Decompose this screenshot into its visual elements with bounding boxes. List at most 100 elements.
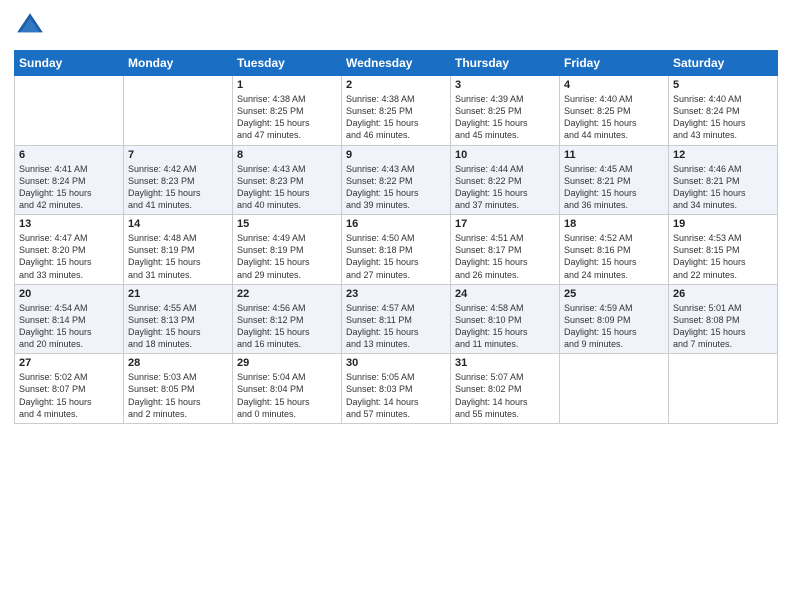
day-info: Sunrise: 5:04 AM Sunset: 8:04 PM Dayligh… [237, 371, 337, 420]
week-row-4: 20 Sunrise: 4:54 AM Sunset: 8:14 PM Dayli… [15, 284, 778, 354]
day-info: Sunrise: 4:56 AM Sunset: 8:12 PM Dayligh… [237, 302, 337, 351]
day-number: 2 [346, 79, 446, 91]
weekday-header-thursday: Thursday [451, 51, 560, 76]
calendar: SundayMondayTuesdayWednesdayThursdayFrid… [14, 50, 778, 424]
week-row-5: 27 Sunrise: 5:02 AM Sunset: 8:07 PM Dayli… [15, 354, 778, 424]
day-info: Sunrise: 4:40 AM Sunset: 8:24 PM Dayligh… [673, 93, 773, 142]
day-number: 9 [346, 149, 446, 161]
day-info: Sunrise: 5:03 AM Sunset: 8:05 PM Dayligh… [128, 371, 228, 420]
calendar-cell: 4Sunrise: 4:40 AM Sunset: 8:25 PM Daylig… [560, 76, 669, 146]
day-number: 11 [564, 149, 664, 161]
logo [14, 10, 50, 42]
day-number: 1 [237, 79, 337, 91]
calendar-cell: 25 Sunrise: 4:59 AM Sunset: 8:09 PM Dayli… [560, 284, 669, 354]
calendar-cell: 30 Sunrise: 5:05 AM Sunset: 8:03 PM Dayli… [342, 354, 451, 424]
day-info: Sunrise: 5:01 AM Sunset: 8:08 PM Dayligh… [673, 302, 773, 351]
calendar-cell: 18 Sunrise: 4:52 AM Sunset: 8:16 PM Dayli… [560, 215, 669, 285]
calendar-cell [669, 354, 778, 424]
calendar-cell: 6 Sunrise: 4:41 AM Sunset: 8:24 PM Daylig… [15, 145, 124, 215]
calendar-cell: 20 Sunrise: 4:54 AM Sunset: 8:14 PM Dayli… [15, 284, 124, 354]
day-info: Sunrise: 4:59 AM Sunset: 8:09 PM Dayligh… [564, 302, 664, 351]
day-info: Sunrise: 4:43 AM Sunset: 8:22 PM Dayligh… [346, 163, 446, 212]
logo-icon [14, 10, 46, 42]
calendar-cell: 13Sunrise: 4:47 AM Sunset: 8:20 PM Dayli… [15, 215, 124, 285]
calendar-cell: 17Sunrise: 4:51 AM Sunset: 8:17 PM Dayli… [451, 215, 560, 285]
calendar-cell: 15 Sunrise: 4:49 AM Sunset: 8:19 PM Dayli… [233, 215, 342, 285]
day-number: 8 [237, 149, 337, 161]
day-info: Sunrise: 4:52 AM Sunset: 8:16 PM Dayligh… [564, 232, 664, 281]
day-number: 19 [673, 218, 773, 230]
weekday-header-tuesday: Tuesday [233, 51, 342, 76]
calendar-cell: 21 Sunrise: 4:55 AM Sunset: 8:13 PM Dayli… [124, 284, 233, 354]
calendar-cell: 16 Sunrise: 4:50 AM Sunset: 8:18 PM Dayli… [342, 215, 451, 285]
day-info: Sunrise: 4:49 AM Sunset: 8:19 PM Dayligh… [237, 232, 337, 281]
day-number: 7 [128, 149, 228, 161]
day-info: Sunrise: 4:46 AM Sunset: 8:21 PM Dayligh… [673, 163, 773, 212]
header [14, 10, 778, 42]
calendar-cell: 1 Sunrise: 4:38 AM Sunset: 8:25 PM Daylig… [233, 76, 342, 146]
day-number: 30 [346, 357, 446, 369]
weekday-header-saturday: Saturday [669, 51, 778, 76]
week-row-2: 6 Sunrise: 4:41 AM Sunset: 8:24 PM Daylig… [15, 145, 778, 215]
weekday-header-friday: Friday [560, 51, 669, 76]
day-info: Sunrise: 4:51 AM Sunset: 8:17 PM Dayligh… [455, 232, 555, 281]
week-row-3: 13Sunrise: 4:47 AM Sunset: 8:20 PM Dayli… [15, 215, 778, 285]
calendar-cell: 7 Sunrise: 4:42 AM Sunset: 8:23 PM Daylig… [124, 145, 233, 215]
calendar-cell: 24 Sunrise: 4:58 AM Sunset: 8:10 PM Dayli… [451, 284, 560, 354]
day-info: Sunrise: 4:41 AM Sunset: 8:24 PM Dayligh… [19, 163, 119, 212]
day-info: Sunrise: 4:45 AM Sunset: 8:21 PM Dayligh… [564, 163, 664, 212]
calendar-cell [15, 76, 124, 146]
day-number: 28 [128, 357, 228, 369]
day-number: 6 [19, 149, 119, 161]
weekday-header-sunday: Sunday [15, 51, 124, 76]
calendar-cell: 9 Sunrise: 4:43 AM Sunset: 8:22 PM Daylig… [342, 145, 451, 215]
calendar-cell: 8Sunrise: 4:43 AM Sunset: 8:23 PM Daylig… [233, 145, 342, 215]
day-number: 25 [564, 288, 664, 300]
day-info: Sunrise: 5:02 AM Sunset: 8:07 PM Dayligh… [19, 371, 119, 420]
day-info: Sunrise: 4:40 AM Sunset: 8:25 PM Dayligh… [564, 93, 664, 142]
day-number: 29 [237, 357, 337, 369]
day-number: 23 [346, 288, 446, 300]
day-info: Sunrise: 4:44 AM Sunset: 8:22 PM Dayligh… [455, 163, 555, 212]
day-info: Sunrise: 4:42 AM Sunset: 8:23 PM Dayligh… [128, 163, 228, 212]
page: SundayMondayTuesdayWednesdayThursdayFrid… [0, 0, 792, 612]
day-number: 16 [346, 218, 446, 230]
day-number: 18 [564, 218, 664, 230]
day-info: Sunrise: 4:48 AM Sunset: 8:19 PM Dayligh… [128, 232, 228, 281]
day-info: Sunrise: 4:39 AM Sunset: 8:25 PM Dayligh… [455, 93, 555, 142]
day-number: 14 [128, 218, 228, 230]
day-number: 31 [455, 357, 555, 369]
day-info: Sunrise: 4:50 AM Sunset: 8:18 PM Dayligh… [346, 232, 446, 281]
day-info: Sunrise: 4:38 AM Sunset: 8:25 PM Dayligh… [237, 93, 337, 142]
day-number: 27 [19, 357, 119, 369]
week-row-1: 1 Sunrise: 4:38 AM Sunset: 8:25 PM Daylig… [15, 76, 778, 146]
day-number: 21 [128, 288, 228, 300]
day-number: 3 [455, 79, 555, 91]
day-number: 13 [19, 218, 119, 230]
day-number: 24 [455, 288, 555, 300]
calendar-cell [124, 76, 233, 146]
calendar-cell: 28 Sunrise: 5:03 AM Sunset: 8:05 PM Dayli… [124, 354, 233, 424]
calendar-cell [560, 354, 669, 424]
day-info: Sunrise: 4:55 AM Sunset: 8:13 PM Dayligh… [128, 302, 228, 351]
weekday-header-monday: Monday [124, 51, 233, 76]
calendar-header: SundayMondayTuesdayWednesdayThursdayFrid… [15, 51, 778, 76]
calendar-body: 1 Sunrise: 4:38 AM Sunset: 8:25 PM Daylig… [15, 76, 778, 424]
calendar-cell: 26Sunrise: 5:01 AM Sunset: 8:08 PM Dayli… [669, 284, 778, 354]
day-info: Sunrise: 4:54 AM Sunset: 8:14 PM Dayligh… [19, 302, 119, 351]
day-number: 5 [673, 79, 773, 91]
day-info: Sunrise: 4:58 AM Sunset: 8:10 PM Dayligh… [455, 302, 555, 351]
day-number: 20 [19, 288, 119, 300]
weekday-header-wednesday: Wednesday [342, 51, 451, 76]
day-number: 10 [455, 149, 555, 161]
weekday-row: SundayMondayTuesdayWednesdayThursdayFrid… [15, 51, 778, 76]
calendar-cell: 29 Sunrise: 5:04 AM Sunset: 8:04 PM Dayli… [233, 354, 342, 424]
day-info: Sunrise: 4:53 AM Sunset: 8:15 PM Dayligh… [673, 232, 773, 281]
day-number: 15 [237, 218, 337, 230]
calendar-cell: 5 Sunrise: 4:40 AM Sunset: 8:24 PM Daylig… [669, 76, 778, 146]
day-info: Sunrise: 5:07 AM Sunset: 8:02 PM Dayligh… [455, 371, 555, 420]
calendar-cell: 11 Sunrise: 4:45 AM Sunset: 8:21 PM Dayli… [560, 145, 669, 215]
calendar-cell: 19 Sunrise: 4:53 AM Sunset: 8:15 PM Dayli… [669, 215, 778, 285]
calendar-cell: 14 Sunrise: 4:48 AM Sunset: 8:19 PM Dayli… [124, 215, 233, 285]
day-info: Sunrise: 5:05 AM Sunset: 8:03 PM Dayligh… [346, 371, 446, 420]
